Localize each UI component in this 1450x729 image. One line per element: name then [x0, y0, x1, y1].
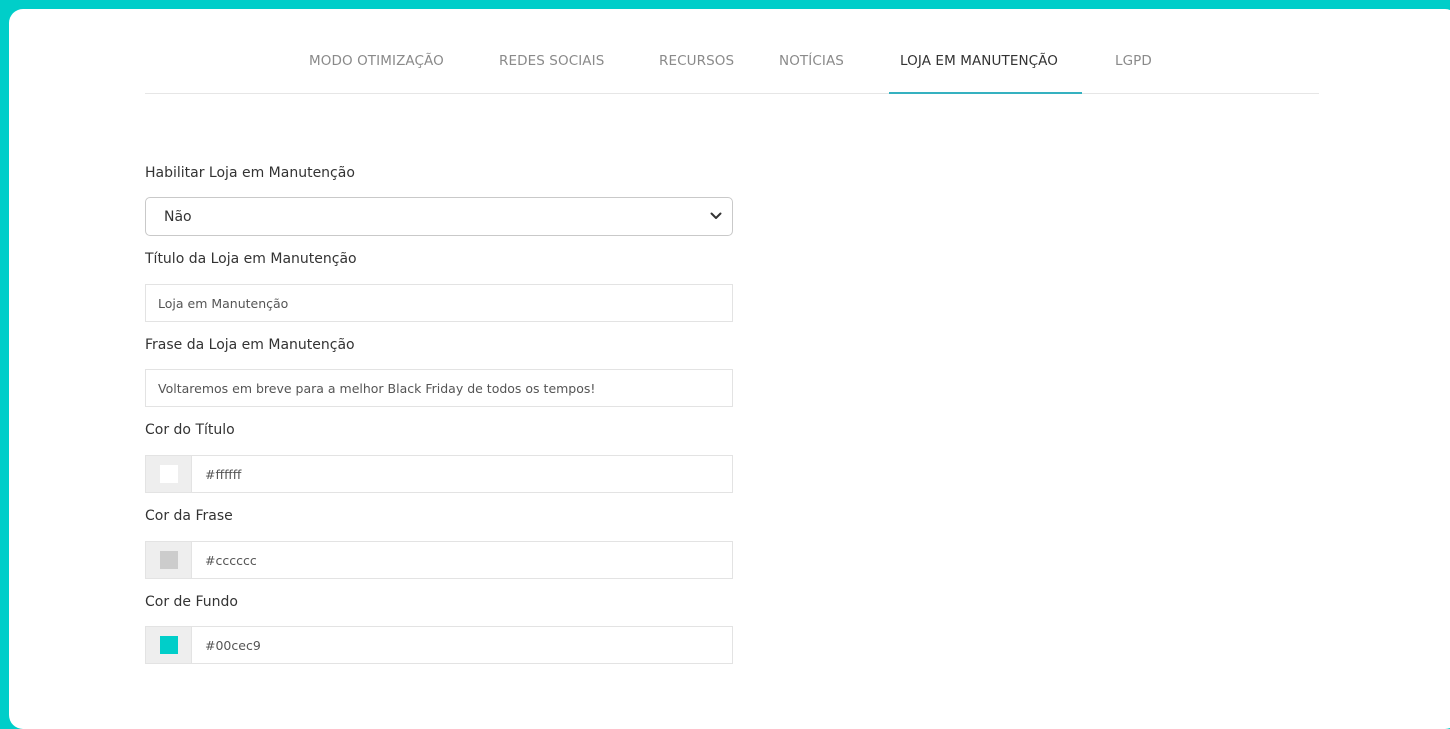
- maintenance-title-label: Título da Loja em Manutenção: [145, 251, 357, 267]
- title-color-input[interactable]: #ffffff: [145, 455, 733, 493]
- chevron-down-icon: [710, 212, 722, 219]
- background-color-input[interactable]: #00cec9: [145, 626, 733, 664]
- background-color-value: #00cec9: [205, 638, 261, 653]
- settings-tabs: MODO OTIMIZAÇÃO REDES SOCIAIS RECURSOS N…: [145, 9, 1319, 94]
- background-color-picker[interactable]: [146, 627, 192, 663]
- tab-loja-em-manutencao[interactable]: LOJA EM MANUTENÇÃO: [900, 53, 1058, 69]
- maintenance-title-value: Loja em Manutenção: [158, 296, 289, 311]
- tab-noticias[interactable]: NOTÍCIAS: [779, 53, 844, 69]
- tab-lgpd[interactable]: LGPD: [1115, 53, 1152, 69]
- maintenance-phrase-label: Frase da Loja em Manutenção: [145, 337, 355, 353]
- enable-maintenance-select[interactable]: Não: [145, 197, 733, 236]
- title-color-picker[interactable]: [146, 456, 192, 492]
- maintenance-phrase-value: Voltaremos em breve para a melhor Black …: [158, 381, 596, 396]
- phrase-color-swatch: [160, 551, 178, 569]
- enable-maintenance-label: Habilitar Loja em Manutenção: [145, 165, 355, 181]
- active-tab-indicator: [889, 92, 1082, 94]
- background-color-label: Cor de Fundo: [145, 594, 238, 610]
- tab-modo-otimizacao[interactable]: MODO OTIMIZAÇÃO: [309, 53, 444, 69]
- title-color-value: #ffffff: [205, 467, 242, 482]
- phrase-color-picker[interactable]: [146, 542, 192, 578]
- title-color-label: Cor do Título: [145, 422, 235, 438]
- tab-recursos[interactable]: RECURSOS: [659, 53, 734, 69]
- phrase-color-value: #cccccc: [205, 553, 257, 568]
- phrase-color-label: Cor da Frase: [145, 508, 233, 524]
- background-color-swatch: [160, 636, 178, 654]
- tab-redes-sociais[interactable]: REDES SOCIAIS: [499, 53, 604, 69]
- settings-card: MODO OTIMIZAÇÃO REDES SOCIAIS RECURSOS N…: [9, 9, 1450, 729]
- maintenance-phrase-input[interactable]: Voltaremos em breve para a melhor Black …: [145, 369, 733, 407]
- phrase-color-input[interactable]: #cccccc: [145, 541, 733, 579]
- enable-maintenance-value: Não: [164, 209, 192, 225]
- title-color-swatch: [160, 465, 178, 483]
- maintenance-title-input[interactable]: Loja em Manutenção: [145, 284, 733, 322]
